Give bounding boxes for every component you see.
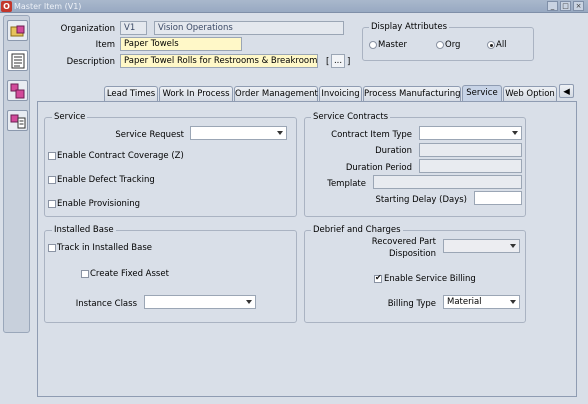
list-icon[interactable] bbox=[7, 50, 28, 71]
tab-order-management[interactable]: Order Management bbox=[234, 86, 318, 101]
enable-service-billing-label: Enable Service Billing bbox=[384, 274, 476, 284]
template-field[interactable] bbox=[373, 175, 522, 189]
item-field[interactable]: Paper Towels bbox=[120, 37, 242, 51]
chevron-down-icon bbox=[277, 131, 283, 135]
radio-master-label: Master bbox=[378, 40, 408, 50]
flex-field-bracket-open: [ bbox=[326, 57, 330, 67]
organization-label: Organization bbox=[60, 24, 115, 34]
create-fixed-asset-label: Create Fixed Asset bbox=[90, 269, 169, 279]
tab-lead-times[interactable]: Lead Times bbox=[104, 86, 158, 101]
tab-web-option[interactable]: Web Option bbox=[503, 86, 557, 101]
organization-name-field[interactable]: Vision Operations bbox=[154, 21, 344, 35]
folder-cube-icon[interactable] bbox=[7, 20, 28, 41]
track-installed-base-checkbox[interactable] bbox=[48, 244, 56, 252]
duration-field[interactable] bbox=[419, 143, 522, 157]
track-installed-base-label: Track in Installed Base bbox=[57, 243, 153, 253]
installed-base-title: Installed Base bbox=[52, 225, 116, 235]
enable-defect-tracking-checkbox[interactable] bbox=[48, 176, 56, 184]
enable-defect-tracking-label: Enable Defect Tracking bbox=[57, 175, 155, 185]
flex-field-button[interactable]: ... bbox=[331, 54, 345, 68]
radio-org[interactable] bbox=[436, 41, 444, 49]
enable-provisioning-checkbox[interactable] bbox=[48, 200, 56, 208]
instance-class-select[interactable] bbox=[144, 295, 256, 309]
stacked-cubes-icon[interactable] bbox=[7, 80, 28, 101]
tab-work-in-process[interactable]: Work In Process bbox=[159, 86, 233, 101]
billing-type-select[interactable]: Material bbox=[443, 295, 520, 309]
description-field[interactable]: Paper Towel Rolls for Restrooms & Breakr… bbox=[120, 54, 318, 68]
window-titlebar: O Master Item (V1) _ □ × bbox=[0, 0, 588, 13]
radio-all-label: All bbox=[496, 40, 507, 50]
enable-service-billing-checkbox[interactable] bbox=[374, 273, 382, 283]
template-label: Template bbox=[327, 179, 366, 189]
tab-service[interactable]: Service bbox=[462, 85, 502, 101]
create-fixed-asset-checkbox[interactable] bbox=[81, 270, 89, 278]
duration-label: Duration bbox=[375, 146, 412, 156]
maximize-icon[interactable]: □ bbox=[560, 1, 571, 11]
minimize-icon[interactable]: _ bbox=[547, 1, 558, 11]
instance-class-label: Instance Class bbox=[75, 299, 137, 309]
enable-contract-coverage-checkbox[interactable] bbox=[48, 152, 56, 160]
radio-org-label: Org bbox=[445, 40, 461, 50]
chevron-down-icon bbox=[246, 300, 252, 304]
navigator-toolbar bbox=[3, 15, 30, 333]
organization-code-field[interactable]: V1 bbox=[120, 21, 147, 35]
starting-delay-label: Starting Delay (Days) bbox=[375, 195, 467, 205]
tab-invoicing[interactable]: Invoicing bbox=[319, 86, 362, 101]
duration-period-label: Duration Period bbox=[345, 163, 412, 173]
item-label: Item bbox=[95, 40, 115, 50]
service-request-select[interactable] bbox=[190, 126, 287, 140]
recovered-part-disposition-select[interactable] bbox=[443, 239, 520, 253]
chevron-down-icon bbox=[512, 131, 518, 135]
window-title: Master Item (V1) bbox=[14, 2, 82, 11]
disposition-label: Disposition bbox=[388, 249, 436, 259]
recovered-part-label: Recovered Part bbox=[371, 237, 436, 247]
enable-contract-coverage-label: Enable Contract Coverage (Z) bbox=[57, 151, 184, 161]
cube-list-icon[interactable] bbox=[7, 110, 28, 131]
description-label: Description bbox=[66, 57, 115, 67]
duration-period-field[interactable] bbox=[419, 159, 522, 173]
oracle-icon: O bbox=[1, 1, 12, 12]
service-contracts-title: Service Contracts bbox=[311, 112, 391, 122]
chevron-down-icon bbox=[510, 244, 516, 248]
chevron-down-icon bbox=[510, 300, 516, 304]
service-request-label: Service Request bbox=[115, 130, 184, 140]
starting-delay-field[interactable] bbox=[474, 191, 522, 205]
radio-master[interactable] bbox=[369, 41, 377, 49]
contract-item-type-label: Contract Item Type bbox=[331, 130, 412, 140]
display-attributes-title: Display Attributes bbox=[369, 22, 449, 32]
billing-type-label: Billing Type bbox=[387, 299, 436, 309]
enable-provisioning-label: Enable Provisioning bbox=[57, 199, 141, 209]
debrief-charges-title: Debrief and Charges bbox=[311, 225, 403, 235]
tab-scroll-left-icon[interactable]: ◀ bbox=[559, 84, 574, 98]
radio-all[interactable] bbox=[487, 41, 495, 49]
service-group-title: Service bbox=[52, 112, 88, 122]
close-icon[interactable]: × bbox=[573, 1, 584, 11]
tab-process-manufacturing[interactable]: Process Manufacturing bbox=[363, 86, 461, 101]
flex-field-bracket-close: ] bbox=[347, 57, 351, 67]
contract-item-type-select[interactable] bbox=[419, 126, 522, 140]
